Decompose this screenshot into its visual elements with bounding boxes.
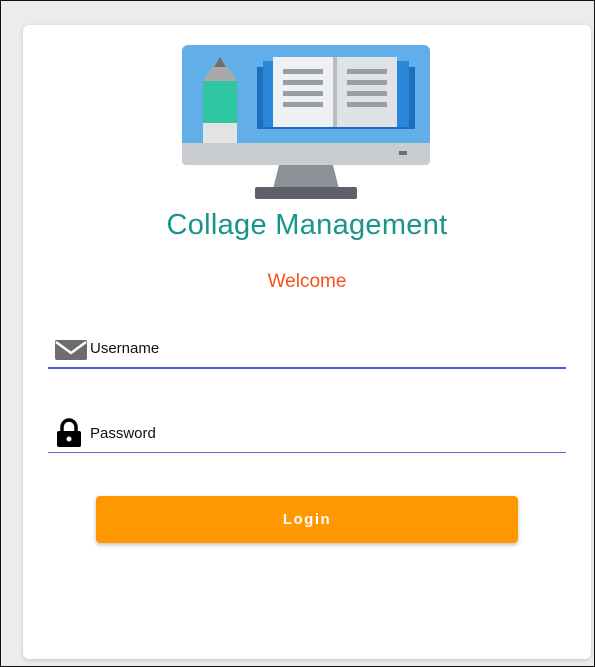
app-title: Collage Management	[166, 209, 448, 241]
username-input[interactable]	[90, 333, 560, 363]
login-card: Collage Management Welcome Login	[23, 25, 591, 659]
username-field[interactable]	[48, 333, 566, 369]
password-field[interactable]	[48, 418, 566, 453]
login-button[interactable]: Login	[96, 496, 518, 543]
lock-icon	[57, 418, 81, 447]
welcome-text: Welcome	[267, 271, 347, 292]
computer-book-logo-icon	[182, 45, 430, 199]
password-input[interactable]	[90, 418, 560, 448]
screen-frame: Collage Management Welcome Login	[0, 0, 595, 667]
envelope-icon	[55, 340, 87, 360]
